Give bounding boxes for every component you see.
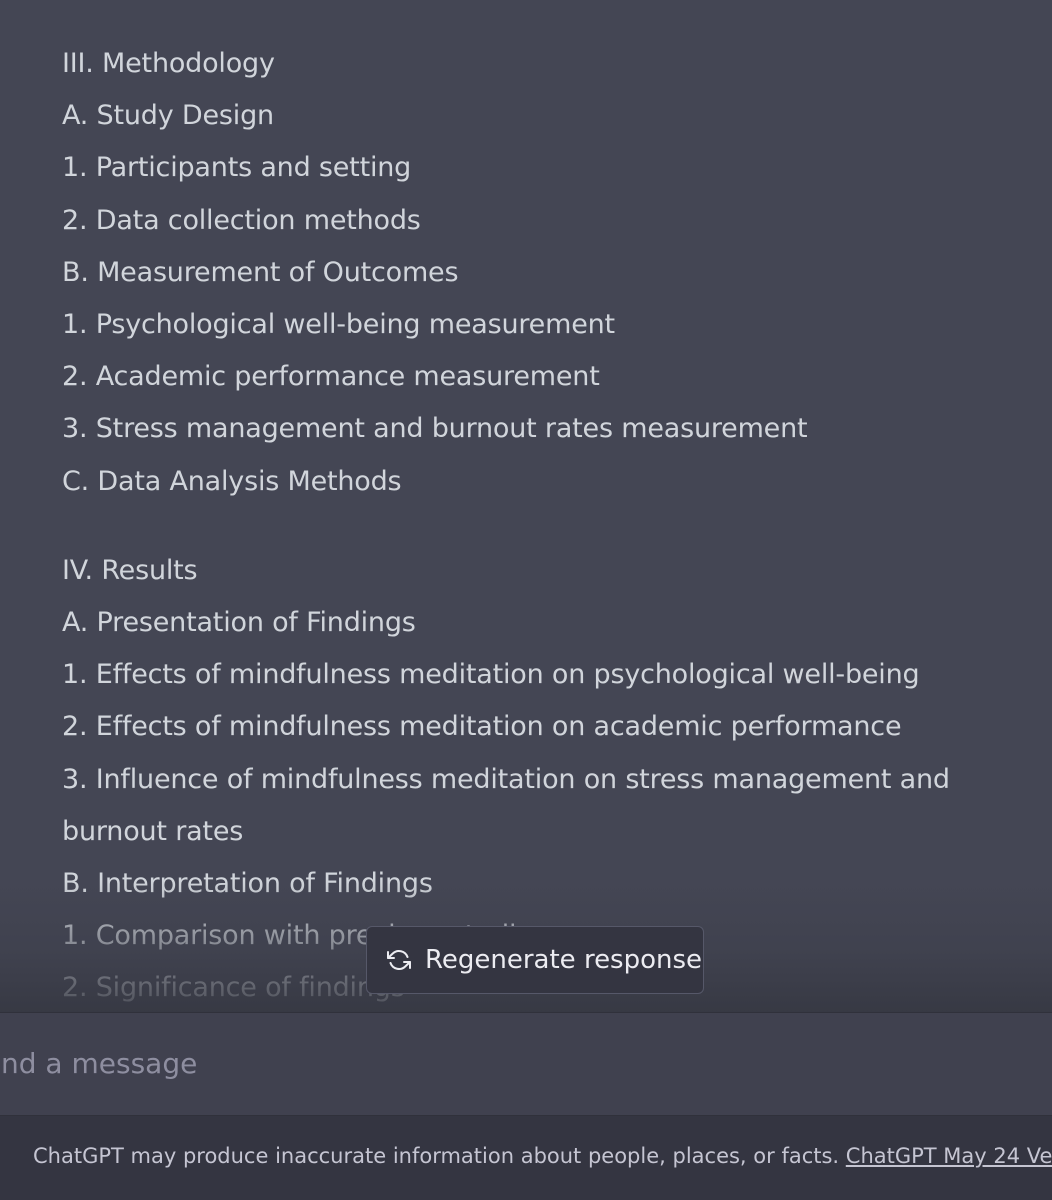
assistant-message: III. Methodology A. Study Design 1. Part…: [62, 38, 962, 1012]
message-line: 2. Academic performance measurement: [62, 361, 600, 393]
message-line: 3. Influence of mindfulness meditation o…: [62, 763, 950, 795]
message-line: C. Data Analysis Methods: [62, 465, 402, 497]
message-line: B. Measurement of Outcomes: [62, 256, 459, 288]
footer-disclaimer: ChatGPT may produce inaccurate informati…: [33, 1144, 846, 1168]
version-link[interactable]: ChatGPT May 24 Version: [846, 1144, 1052, 1168]
footer-disclaimer-row: ChatGPT may produce inaccurate informati…: [33, 1144, 1052, 1168]
message-composer[interactable]: Send a message: [0, 1012, 1052, 1116]
regenerate-response-button[interactable]: Regenerate response: [366, 926, 704, 994]
message-line: 1. Psychological well-being measurement: [62, 309, 615, 341]
message-line: IV. Results: [62, 554, 198, 586]
message-line: 3. Stress management and burnout rates m…: [62, 413, 808, 445]
message-line: B. Interpretation of Findings: [62, 868, 433, 900]
regenerate-label: Regenerate response: [425, 945, 703, 975]
message-line: 2. Data collection methods: [62, 204, 421, 236]
message-input-placeholder[interactable]: Send a message: [0, 1047, 197, 1080]
message-line: 1. Participants and setting: [62, 152, 412, 184]
message-line: 1. Effects of mindfulness meditation on …: [62, 659, 920, 691]
message-line: 2. Effects of mindfulness meditation on …: [62, 711, 902, 743]
message-line: burnout rates: [62, 815, 244, 847]
footer: ChatGPT may produce inaccurate informati…: [0, 1116, 1052, 1200]
chat-area: III. Methodology A. Study Design 1. Part…: [0, 0, 1052, 1012]
message-line: A. Study Design: [62, 100, 274, 132]
refresh-icon: [387, 948, 411, 972]
message-line: A. Presentation of Findings: [62, 607, 416, 639]
message-line: III. Methodology: [62, 48, 275, 79]
